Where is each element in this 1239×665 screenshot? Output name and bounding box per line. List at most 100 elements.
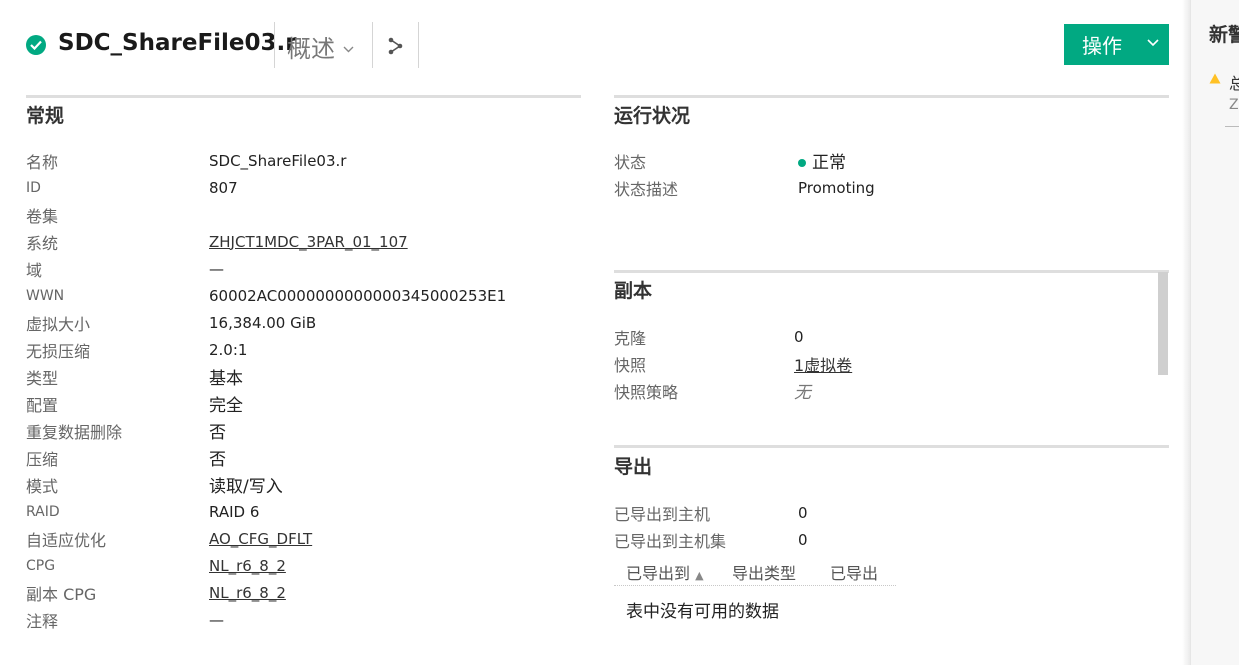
general-row: 名称 SDC_ShareFile03.r bbox=[26, 147, 581, 174]
chevron-down-icon bbox=[1147, 39, 1159, 47]
general-row: 压缩 否 bbox=[26, 444, 581, 471]
property-value: — bbox=[209, 259, 224, 278]
replica-section-title: 副本 bbox=[614, 280, 653, 302]
property-label: 类型 bbox=[26, 368, 59, 388]
health-row-status: 状态 正常 bbox=[614, 147, 1154, 174]
property-value: 否 bbox=[209, 423, 226, 443]
general-row: 卷集 bbox=[26, 201, 581, 228]
page-title: SDC_ShareFile03.r bbox=[58, 30, 297, 56]
property-link[interactable]: NL_r6_8_2 bbox=[209, 584, 286, 602]
general-row: RAID RAID 6 bbox=[26, 498, 581, 525]
property-value: 0 bbox=[798, 530, 808, 549]
property-value: RAID 6 bbox=[209, 502, 260, 521]
property-label: 域 bbox=[26, 260, 43, 280]
sort-asc-icon: ▲ bbox=[695, 569, 704, 582]
replica-row-clone: 克隆 0 bbox=[614, 323, 1154, 350]
general-row: 自适应优化 AO_CFG_DFLT bbox=[26, 525, 581, 552]
table-empty-message: 表中没有可用的数据 bbox=[626, 602, 779, 622]
general-row: 重复数据删除 否 bbox=[26, 417, 581, 444]
general-row: 类型 基本 bbox=[26, 363, 581, 390]
property-label: 副本 CPG bbox=[26, 584, 97, 604]
property-label: 已导出到主机集 bbox=[614, 531, 727, 551]
alert-item[interactable]: 总 bbox=[1229, 70, 1239, 94]
general-row: CPG NL_r6_8_2 bbox=[26, 552, 581, 579]
alerts-panel-title: 新警 bbox=[1209, 24, 1239, 46]
general-row: 虚拟大小 16,384.00 GiB bbox=[26, 309, 581, 336]
property-value: SDC_ShareFile03.r bbox=[209, 151, 347, 170]
general-row: ID 807 bbox=[26, 174, 581, 201]
export-row-hosts: 已导出到主机 0 bbox=[614, 499, 1154, 526]
property-value: 2.0:1 bbox=[209, 340, 248, 359]
property-label: 自适应优化 bbox=[26, 530, 107, 550]
property-label: 克隆 bbox=[614, 328, 647, 348]
property-label: RAID bbox=[26, 503, 60, 520]
general-row: 无损压缩 2.0:1 bbox=[26, 336, 581, 363]
alert-item-sub: Z bbox=[1229, 97, 1239, 113]
property-label: 卷集 bbox=[26, 206, 59, 226]
column-label: 已导出到 bbox=[626, 564, 691, 583]
map-view-icon[interactable] bbox=[386, 36, 406, 56]
alerts-panel: 新警 总 Z bbox=[1190, 0, 1239, 665]
status-ok-icon bbox=[26, 35, 46, 55]
view-selector[interactable]: 概述 bbox=[287, 29, 354, 64]
property-value: 无 bbox=[794, 383, 811, 403]
property-label: WWN bbox=[26, 287, 65, 304]
column-header-exported[interactable]: 已导出 bbox=[830, 560, 878, 584]
property-value: 807 bbox=[209, 178, 238, 197]
property-label: 状态 bbox=[614, 152, 647, 172]
property-label: 虚拟大小 bbox=[26, 314, 91, 334]
replica-row-snapshot-policy: 快照策略 无 bbox=[614, 377, 1154, 404]
general-row: WWN 60002AC0000000000000345000253E1 bbox=[26, 282, 581, 309]
section-divider bbox=[614, 270, 1169, 273]
snapshot-link[interactable]: 1虚拟卷 bbox=[794, 352, 852, 376]
property-label: 快照 bbox=[614, 355, 647, 375]
replica-scrollbar[interactable] bbox=[1158, 272, 1168, 375]
property-value: 16,384.00 GiB bbox=[209, 313, 317, 332]
section-divider bbox=[614, 95, 1169, 98]
property-label: 无损压缩 bbox=[26, 341, 91, 361]
property-value: 否 bbox=[209, 450, 226, 470]
property-label: 状态描述 bbox=[614, 179, 679, 199]
general-row: 模式 读取/写入 bbox=[26, 471, 581, 498]
general-row: 域 — bbox=[26, 255, 581, 282]
alert-divider bbox=[1225, 126, 1239, 127]
property-value: 完全 bbox=[209, 396, 243, 416]
property-value: 基本 bbox=[209, 369, 243, 389]
property-label: 重复数据删除 bbox=[26, 422, 123, 442]
column-header-exported-to[interactable]: 已导出到 ▲ bbox=[626, 560, 704, 584]
panel-shadow bbox=[1182, 0, 1190, 665]
replica-scroll-area[interactable]: 克隆 0 快照 1虚拟卷 快照策略 无 bbox=[614, 320, 1154, 412]
warning-icon bbox=[1209, 73, 1221, 84]
header-divider bbox=[274, 22, 275, 68]
property-label: 注释 bbox=[26, 611, 59, 631]
property-value: — bbox=[209, 610, 224, 629]
status-dot-icon bbox=[798, 159, 806, 167]
view-selector-label: 概述 bbox=[287, 35, 335, 63]
general-section-title: 常规 bbox=[26, 105, 65, 127]
property-label: ID bbox=[26, 179, 41, 196]
header-divider bbox=[372, 22, 373, 68]
health-row-description: 状态描述 Promoting bbox=[614, 174, 1154, 201]
header-divider bbox=[418, 22, 419, 68]
property-value: 0 bbox=[798, 503, 808, 522]
page-header: SDC_ShareFile03.r 概述 操作 bbox=[0, 0, 1190, 90]
property-link[interactable]: AO_CFG_DFLT bbox=[209, 530, 312, 548]
health-section-title: 运行状况 bbox=[614, 105, 691, 127]
section-divider bbox=[26, 95, 581, 98]
property-value: Promoting bbox=[798, 178, 875, 197]
property-label: 模式 bbox=[26, 476, 59, 496]
export-section-title: 导出 bbox=[614, 456, 653, 478]
property-link[interactable]: ZHJCT1MDC_3PAR_01_107 bbox=[209, 233, 408, 251]
export-row-host-sets: 已导出到主机集 0 bbox=[614, 526, 1154, 553]
general-row: 注释 — bbox=[26, 606, 581, 633]
property-value: 60002AC0000000000000345000253E1 bbox=[209, 286, 507, 305]
property-label: 快照策略 bbox=[614, 382, 679, 402]
health-status-value: 正常 bbox=[798, 148, 846, 173]
actions-button[interactable]: 操作 bbox=[1064, 24, 1169, 65]
column-header-export-type[interactable]: 导出类型 bbox=[732, 560, 796, 584]
property-label: 已导出到主机 bbox=[614, 504, 711, 524]
property-link[interactable]: NL_r6_8_2 bbox=[209, 557, 286, 575]
property-label: 系统 bbox=[26, 233, 59, 253]
general-row: 副本 CPG NL_r6_8_2 bbox=[26, 579, 581, 606]
export-table-header: 已导出到 ▲ 导出类型 已导出 bbox=[614, 556, 896, 586]
